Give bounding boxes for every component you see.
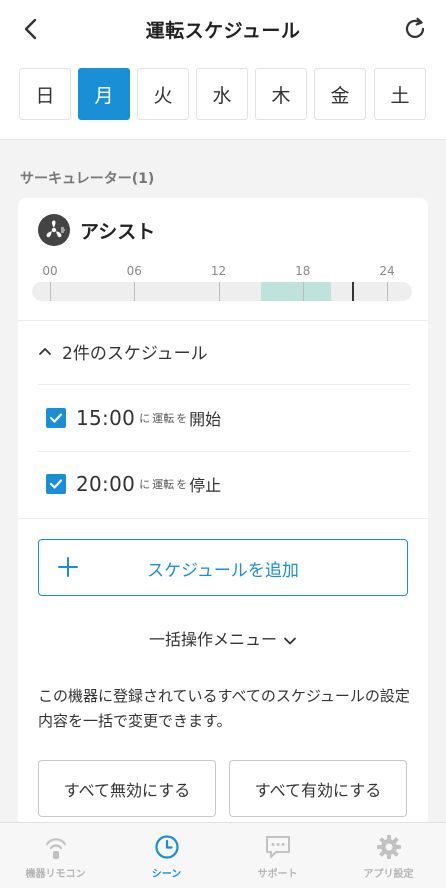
day-label: 土 xyxy=(390,84,410,107)
schedule-count-label: 2件のスケジュール xyxy=(62,343,208,364)
schedule-checkbox[interactable] xyxy=(46,474,66,494)
day-label: 月 xyxy=(94,84,114,107)
schedule-operation: 運転 xyxy=(152,478,175,491)
device-schedule-card: アシスト 00 06 12 18 24 2件のスケジュール 15:00 に 運転 xyxy=(18,198,428,828)
tab-label: サポート xyxy=(257,869,298,880)
day-tab-tuesday[interactable]: 火 xyxy=(137,68,189,120)
day-label: 水 xyxy=(212,84,232,107)
checkmark-icon xyxy=(49,479,63,489)
tab-support[interactable]: サポート xyxy=(222,823,333,888)
device-header: アシスト xyxy=(38,214,155,246)
schedule-row[interactable]: 15:00 に 運転 を 開始 xyxy=(46,401,221,435)
tab-app-settings[interactable]: アプリ設定 xyxy=(333,823,444,888)
bulk-menu-label: 一括操作メニュー xyxy=(148,630,277,649)
bottom-tab-bar: 機器リモコン シーン サポート アプリ設定 xyxy=(0,822,446,888)
divider xyxy=(38,451,410,452)
schedule-action: 開始 xyxy=(189,410,222,429)
page-title: 運転スケジュール xyxy=(145,20,301,42)
disable-all-button[interactable]: すべて無効にする xyxy=(38,760,216,817)
circulator-fan-icon xyxy=(38,214,70,246)
timeline-tick xyxy=(218,282,220,301)
day-tab-monday[interactable]: 月 xyxy=(78,68,130,120)
day-label: 日 xyxy=(35,84,55,107)
timeline-tick xyxy=(50,282,51,301)
day-tab-friday[interactable]: 金 xyxy=(314,68,366,120)
chat-bubble-icon xyxy=(265,836,290,858)
schedule-time: 15:00 xyxy=(76,406,136,430)
device-category-label: サーキュレーター(1) xyxy=(20,171,155,187)
schedule-operation: 運転 xyxy=(152,412,175,425)
timeline-run-period xyxy=(260,282,331,301)
schedule-row[interactable]: 20:00 に 運転 を 停止 xyxy=(46,467,221,501)
timeline-tick-label: 00 xyxy=(42,264,58,278)
tab-device-remote[interactable]: 機器リモコン xyxy=(0,823,111,888)
disable-all-label: すべて無効にする xyxy=(63,780,191,800)
day-label: 火 xyxy=(153,84,173,107)
divider xyxy=(18,518,428,519)
schedule-particle: を xyxy=(176,412,188,425)
timeline-tick-label: 18 xyxy=(295,264,311,278)
checkmark-icon xyxy=(49,413,63,423)
app-header: 運転スケジュール xyxy=(0,0,446,58)
schedule-action: 停止 xyxy=(189,476,222,495)
enable-all-button[interactable]: すべて有効にする xyxy=(229,760,407,817)
tab-label: シーン xyxy=(151,869,182,880)
divider xyxy=(38,384,410,385)
day-tab-wednesday[interactable]: 水 xyxy=(196,68,248,120)
timeline-tick xyxy=(302,282,304,301)
day-tab-saturday[interactable]: 土 xyxy=(374,68,426,120)
add-schedule-button[interactable]: スケジュールを追加 xyxy=(38,539,408,596)
day-label: 木 xyxy=(271,84,291,107)
schedule-time: 20:00 xyxy=(76,472,136,496)
add-schedule-label: スケジュールを追加 xyxy=(147,561,299,581)
timeline-tick-label: 12 xyxy=(210,264,227,278)
tab-label: 機器リモコン xyxy=(25,869,86,880)
day-tab-sunday[interactable]: 日 xyxy=(19,68,71,120)
schedule-connector: に xyxy=(139,412,151,425)
timeline-tick xyxy=(134,282,136,301)
chevron-up-icon xyxy=(39,348,51,355)
timeline-tick-label: 06 xyxy=(126,264,142,278)
schedule-list-toggle[interactable]: 2件のスケジュール xyxy=(38,336,208,366)
bulk-operation-menu[interactable]: 一括操作メニュー xyxy=(18,626,428,650)
chevron-down-icon xyxy=(284,637,296,644)
clock-icon xyxy=(154,835,179,859)
timeline-tick-label: 24 xyxy=(379,264,395,278)
schedule-connector: に xyxy=(139,478,151,491)
refresh-icon[interactable] xyxy=(402,16,428,42)
timeline-current-marker xyxy=(351,282,354,301)
schedule-timeline: 00 06 12 18 24 xyxy=(32,258,412,302)
gear-icon xyxy=(376,835,401,859)
device-name: アシスト xyxy=(80,220,156,243)
schedule-checkbox[interactable] xyxy=(46,408,66,428)
schedule-particle: を xyxy=(176,478,188,491)
remote-wave-icon xyxy=(45,838,66,859)
divider xyxy=(18,320,428,321)
timeline-bar xyxy=(32,282,412,301)
tab-scene[interactable]: シーン xyxy=(111,823,222,888)
bulk-description: この機器に登録されているすべてのスケジュールの設定内容を一括で変更できます。 xyxy=(38,687,410,730)
day-tab-thursday[interactable]: 木 xyxy=(255,68,307,120)
day-label: 金 xyxy=(330,84,350,107)
day-selector: 日 月 火 水 木 金 土 xyxy=(0,58,446,140)
enable-all-label: すべて有効にする xyxy=(254,780,382,800)
tab-label: アプリ設定 xyxy=(363,869,414,880)
timeline-tick xyxy=(387,282,388,301)
